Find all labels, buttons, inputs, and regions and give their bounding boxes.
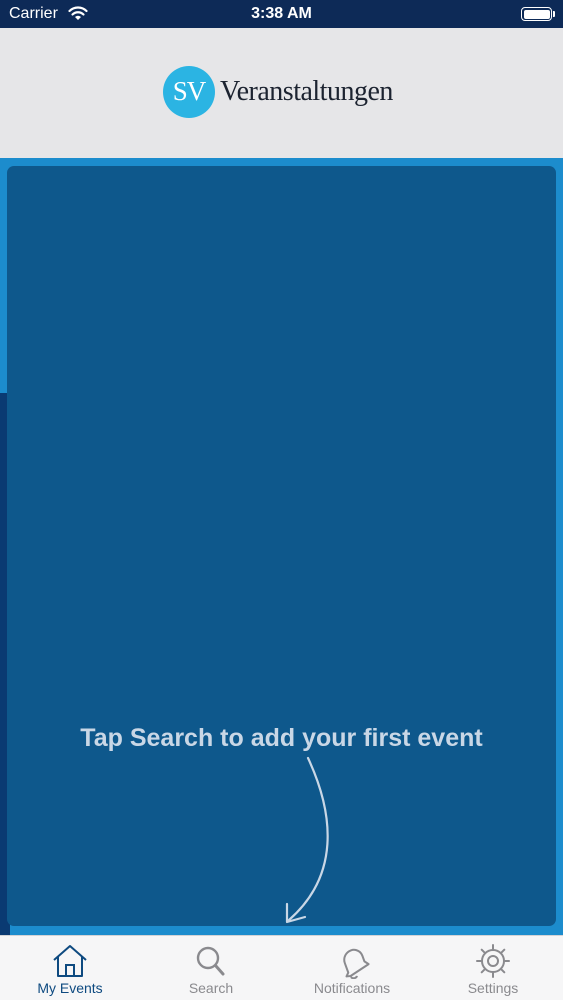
home-icon — [53, 945, 87, 977]
tab-label: Settings — [467, 980, 519, 996]
app-header: SV Veranstaltungen — [0, 28, 563, 158]
search-icon — [196, 946, 225, 976]
logo-initials: SV — [172, 76, 207, 106]
bell-icon — [343, 948, 370, 979]
tab-label: My Events — [37, 980, 103, 996]
tab-label: Notifications — [313, 980, 391, 996]
tab-label: Search — [188, 980, 234, 996]
events-area: Tap Search to add your first event — [0, 158, 563, 935]
tab-my-events[interactable]: My Events — [0, 936, 140, 1000]
empty-events-card: Tap Search to add your first event — [7, 166, 556, 926]
battery-icon — [521, 7, 552, 21]
logo-wordmark: Veranstaltungen — [220, 76, 393, 107]
status-time: 3:38 AM — [251, 5, 312, 22]
tab-bar: My Events Search Notifications Settings — [0, 935, 563, 1000]
tab-settings[interactable]: Settings — [423, 936, 563, 1000]
logo-mark: SV — [163, 66, 215, 118]
tab-notifications[interactable]: Notifications — [282, 936, 422, 1000]
status-bar: Carrier 3:38 AM — [0, 0, 563, 28]
empty-state-hint: Tap Search to add your first event — [80, 724, 483, 752]
tab-search[interactable]: Search — [141, 936, 281, 1000]
battery-cap — [553, 11, 555, 17]
arrow-down-icon — [285, 756, 329, 924]
gear-icon — [476, 944, 510, 978]
